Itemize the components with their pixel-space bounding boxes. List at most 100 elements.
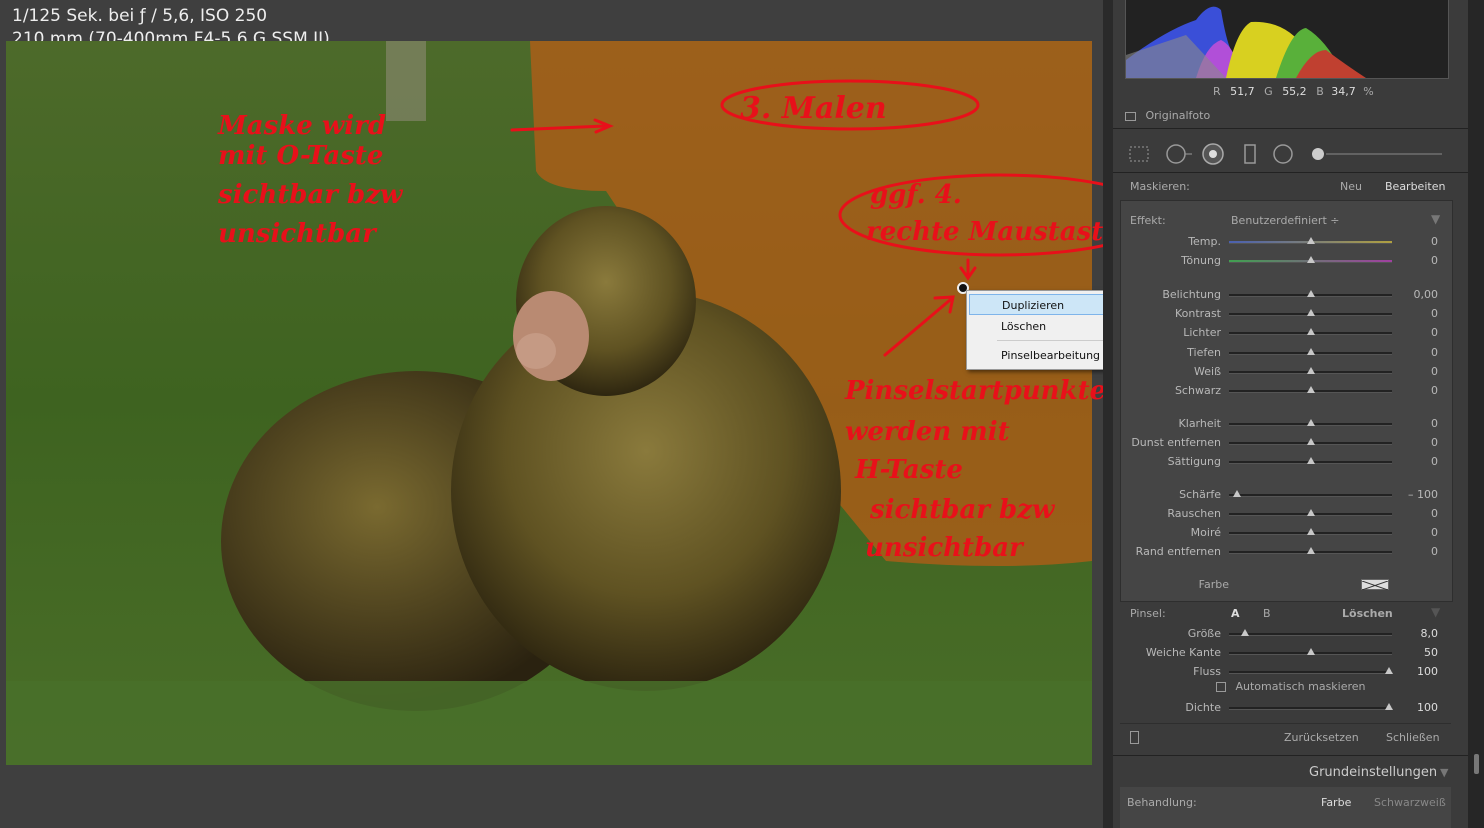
slider-value[interactable]: 0 xyxy=(1398,436,1438,449)
slider-track[interactable] xyxy=(1229,438,1392,445)
basic-panel-title[interactable]: Grundeinstellungen xyxy=(1309,765,1437,780)
treatment-bw-button[interactable]: Schwarzweiß xyxy=(1374,796,1446,809)
collapse-triangle-icon[interactable]: ▼ xyxy=(1440,766,1448,779)
slider-value[interactable]: 0 xyxy=(1398,254,1438,267)
develop-panel: R 51,7 G 55,2 B 34,7 % Originalfoto Mask… xyxy=(1113,0,1468,828)
crop-overlay-icon[interactable] xyxy=(1128,143,1150,165)
slider-value[interactable]: 0 xyxy=(1398,384,1438,397)
slider-knob[interactable] xyxy=(1306,457,1315,464)
mask-new-button[interactable]: Neu xyxy=(1340,180,1362,193)
slider-value[interactable]: 0 xyxy=(1398,526,1438,539)
automask-toggle[interactable]: Automatisch maskieren xyxy=(1216,680,1366,693)
brush-slider-track[interactable] xyxy=(1229,667,1393,674)
r-value: 51,7 xyxy=(1230,85,1255,98)
slider-track[interactable] xyxy=(1229,386,1392,393)
graduated-filter-icon[interactable] xyxy=(1239,143,1261,165)
slider-value[interactable]: 0 xyxy=(1398,507,1438,520)
mask-edit-button[interactable]: Bearbeiten xyxy=(1385,180,1445,193)
slider-value[interactable]: 0 xyxy=(1398,455,1438,468)
brush-slider-track[interactable] xyxy=(1229,629,1392,636)
color-swatch[interactable] xyxy=(1361,579,1389,591)
slider-label: Klarheit xyxy=(1178,417,1221,430)
switch-icon[interactable] xyxy=(1130,731,1139,744)
mask-label: Maskieren: xyxy=(1130,180,1190,193)
slider-value[interactable]: 0 xyxy=(1398,235,1438,248)
reset-button[interactable]: Zurücksetzen xyxy=(1284,731,1359,744)
slider-knob[interactable] xyxy=(1306,290,1315,297)
brush-a-button[interactable]: A xyxy=(1231,607,1240,620)
treatment-color-button[interactable]: Farbe xyxy=(1321,796,1351,809)
collapse-triangle-icon[interactable]: ▼ xyxy=(1431,605,1440,619)
slider-track[interactable] xyxy=(1229,348,1392,355)
slider-knob[interactable] xyxy=(1306,328,1315,335)
slider-label: Weiß xyxy=(1194,365,1221,378)
original-photo-label: Originalfoto xyxy=(1145,109,1211,122)
slider-value[interactable]: 0 xyxy=(1398,346,1438,359)
spot-removal-icon[interactable] xyxy=(1165,143,1192,165)
slider-track[interactable] xyxy=(1229,547,1392,554)
slider-knob[interactable] xyxy=(1241,629,1250,636)
automask-label: Automatisch maskieren xyxy=(1235,680,1366,693)
slider-track[interactable] xyxy=(1229,290,1392,297)
slider-track[interactable] xyxy=(1229,457,1392,464)
slider-track[interactable] xyxy=(1229,490,1392,497)
slider-value[interactable]: 0 xyxy=(1398,365,1438,378)
brush-slider-value[interactable]: 100 xyxy=(1398,665,1438,678)
adjustment-brush-icon[interactable] xyxy=(1306,143,1446,165)
slider-label: Temp. xyxy=(1188,235,1221,248)
treatment-label: Behandlung: xyxy=(1127,796,1197,809)
scrollbar-thumb[interactable] xyxy=(1474,754,1479,774)
slider-knob[interactable] xyxy=(1384,667,1393,674)
slider-value[interactable]: 0,00 xyxy=(1398,288,1439,301)
brush-slider-value[interactable]: 8,0 xyxy=(1398,627,1439,640)
slider-track[interactable] xyxy=(1229,509,1392,516)
slider-track[interactable] xyxy=(1229,237,1392,244)
slider-label: Rauschen xyxy=(1167,507,1221,520)
brush-slider-track[interactable] xyxy=(1229,648,1392,655)
collapse-triangle-icon[interactable]: ▼ xyxy=(1431,212,1440,226)
brush-slider-value[interactable]: 100 xyxy=(1398,701,1438,714)
slider-track[interactable] xyxy=(1229,256,1392,263)
slider-knob[interactable] xyxy=(1306,256,1315,263)
slider-knob[interactable] xyxy=(1306,237,1315,244)
brush-slider-track[interactable] xyxy=(1229,703,1393,710)
brush-clear-button[interactable]: Löschen xyxy=(1342,607,1393,620)
divider xyxy=(1113,172,1468,173)
photo-canvas[interactable] xyxy=(6,41,1092,765)
slider-value[interactable]: 0 xyxy=(1398,417,1438,430)
slider-knob[interactable] xyxy=(1306,386,1315,393)
brush-b-button[interactable]: B xyxy=(1263,607,1271,620)
slider-track[interactable] xyxy=(1229,367,1392,374)
slider-knob[interactable] xyxy=(1233,490,1242,497)
slider-knob[interactable] xyxy=(1306,367,1315,374)
slider-knob[interactable] xyxy=(1306,309,1315,316)
slider-knob[interactable] xyxy=(1306,528,1315,535)
slider-track[interactable] xyxy=(1229,419,1392,426)
slider-label: Tönung xyxy=(1181,254,1221,267)
slider-value[interactable]: 0 xyxy=(1398,545,1438,558)
slider-label: Moiré xyxy=(1190,526,1221,539)
slider-knob[interactable] xyxy=(1384,703,1393,710)
monkey-photo xyxy=(6,41,1092,765)
effect-select[interactable]: Benutzerdefiniert ÷ xyxy=(1231,214,1339,227)
slider-value[interactable]: 0 xyxy=(1398,307,1438,320)
rgb-readout: R 51,7 G 55,2 B 34,7 % xyxy=(1213,85,1374,98)
slider-knob[interactable] xyxy=(1306,547,1315,554)
slider-value[interactable]: – 100 xyxy=(1398,488,1438,501)
slider-knob[interactable] xyxy=(1306,348,1315,355)
brush-slider-value[interactable]: 50 xyxy=(1398,646,1438,659)
slider-track[interactable] xyxy=(1229,309,1392,316)
slider-track[interactable] xyxy=(1229,328,1392,335)
slider-knob[interactable] xyxy=(1306,509,1315,516)
close-button[interactable]: Schließen xyxy=(1386,731,1440,744)
slider-track[interactable] xyxy=(1229,528,1392,535)
original-photo-toggle[interactable]: Originalfoto xyxy=(1125,109,1210,122)
slider-knob[interactable] xyxy=(1306,648,1315,655)
brush-slider-label: Fluss xyxy=(1193,665,1221,678)
red-eye-icon[interactable] xyxy=(1202,143,1224,165)
panel-scrollbar[interactable] xyxy=(1468,0,1484,828)
slider-value[interactable]: 0 xyxy=(1398,326,1438,339)
slider-knob[interactable] xyxy=(1306,419,1315,426)
slider-knob[interactable] xyxy=(1306,438,1315,445)
radial-filter-icon[interactable] xyxy=(1272,143,1294,165)
